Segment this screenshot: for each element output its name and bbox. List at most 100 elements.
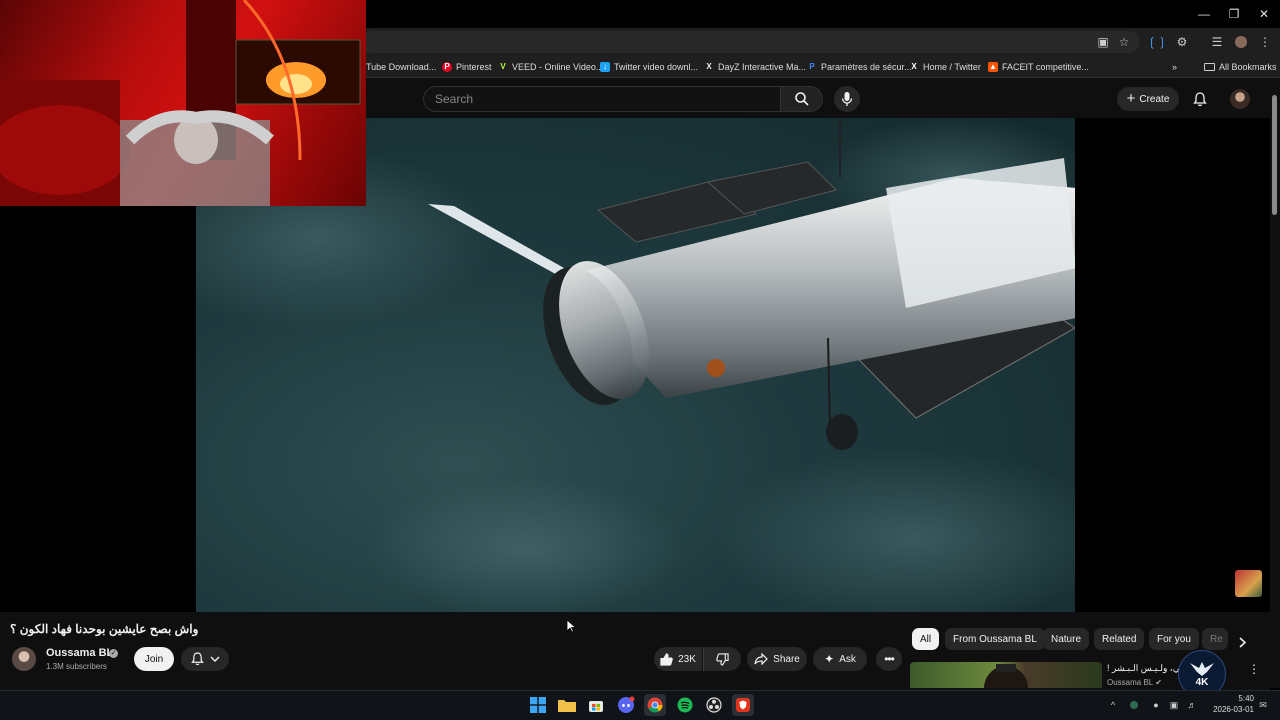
audio-extension-icon[interactable]: ❲❳ — [1147, 33, 1167, 51]
mouse-cursor-icon — [566, 619, 577, 633]
bookmark-youtube-downloader[interactable]: Tube Download... — [366, 59, 436, 75]
chip-recently-uploaded[interactable]: Re — [1202, 628, 1228, 650]
spotify-button[interactable] — [674, 694, 696, 716]
obs-button[interactable] — [703, 694, 725, 716]
minimize-icon[interactable]: — — [1190, 4, 1218, 24]
chips-next-button[interactable] — [1232, 632, 1252, 652]
chevron-down-icon — [210, 656, 219, 662]
start-button[interactable] — [527, 694, 549, 716]
user-avatar[interactable] — [1230, 89, 1250, 109]
dislike-button[interactable] — [703, 647, 741, 671]
bookmark-veed[interactable]: V VEED - Online Video... — [498, 59, 603, 75]
chip-related[interactable]: Related — [1094, 628, 1145, 650]
ask-button[interactable]: ✦ Ask — [813, 647, 867, 671]
clock-date: 2026-03-01 — [1213, 705, 1254, 714]
dayz-icon: X — [706, 62, 712, 71]
close-icon[interactable]: ✕ — [1250, 4, 1278, 24]
windows-logo-icon — [530, 697, 546, 713]
network-icon[interactable]: ▣ — [1168, 699, 1180, 711]
x-icon: X — [911, 62, 917, 71]
eagle-logo-icon — [1190, 662, 1214, 676]
search-icon — [794, 92, 809, 106]
bookmark-faceit[interactable]: ▲ FACEIT competitive... — [988, 59, 1089, 75]
verified-check-icon: ✔ — [1155, 678, 1162, 687]
clock-time: 5:40 — [1238, 694, 1254, 703]
bookmark-pinterest[interactable]: P Pinterest — [442, 59, 492, 75]
chip-from-channel[interactable]: From Oussama BL — [945, 628, 1045, 650]
bell-icon — [190, 652, 204, 666]
bookmarks-overflow-icon[interactable]: » — [1172, 59, 1177, 75]
recommended-video-channel[interactable]: Oussama BL ✔ — [1107, 678, 1162, 687]
join-button[interactable]: Join — [134, 647, 174, 671]
windows-taskbar — [0, 690, 1280, 720]
create-button[interactable]: + Create — [1117, 87, 1179, 111]
folder-icon — [558, 700, 576, 712]
notifications-button[interactable] — [1190, 89, 1210, 109]
chip-all[interactable]: All — [912, 628, 940, 650]
veed-icon: V — [500, 62, 506, 71]
paypal-icon: P — [809, 62, 815, 71]
volume-icon[interactable]: ♬ — [1186, 699, 1198, 711]
more-actions-button[interactable]: ••• — [876, 647, 902, 671]
install-app-icon[interactable]: ▣ — [1094, 33, 1112, 51]
video-title: واش بصح عايشين بوحدنا فهاد الكون ؟ — [10, 622, 199, 636]
extensions-icon[interactable]: ⚙ — [1173, 33, 1191, 51]
share-icon — [754, 653, 769, 665]
bell-icon — [1193, 91, 1207, 106]
chrome-button[interactable] — [644, 694, 666, 716]
search-input[interactable]: Search — [423, 86, 781, 112]
star-icon[interactable]: ☆ — [1115, 33, 1133, 51]
subscription-notification-button[interactable] — [181, 647, 229, 671]
brave-button[interactable] — [732, 694, 754, 716]
channel-avatar[interactable] — [12, 647, 36, 671]
thumbnail-image — [984, 664, 1028, 688]
verified-check-icon: ✓ — [109, 649, 118, 658]
tray-overflow-icon[interactable]: ^ — [1107, 699, 1119, 711]
media-controls-icon[interactable]: ☰ — [1208, 33, 1226, 51]
thumbs-down-icon — [716, 652, 729, 666]
voice-search-button[interactable] — [834, 86, 860, 112]
scrollbar-thumb[interactable] — [1272, 95, 1277, 215]
obs-icon — [706, 697, 722, 713]
browser-menu-icon[interactable]: ⋮ — [1256, 33, 1274, 51]
bookmark-dayz[interactable]: X DayZ Interactive Ma... — [704, 59, 806, 75]
chip-nature[interactable]: Nature — [1043, 628, 1090, 650]
file-explorer-button[interactable] — [556, 694, 578, 716]
like-button[interactable]: 23K — [654, 647, 702, 671]
floating-channel-thumbnail[interactable] — [1235, 570, 1262, 597]
discord-button[interactable] — [615, 694, 637, 716]
channel-name[interactable]: Oussama BL — [46, 647, 113, 659]
bookmark-twitter-home[interactable]: X Home / Twitter — [909, 59, 981, 75]
profile-avatar-icon[interactable] — [1232, 33, 1250, 51]
share-button[interactable]: Share — [747, 647, 807, 671]
restore-icon[interactable]: ❐ — [1220, 4, 1248, 24]
more-vertical-icon[interactable]: ⋮ — [1248, 662, 1260, 680]
tray-app-icon[interactable] — [1128, 699, 1140, 711]
plus-icon: + — [1126, 90, 1136, 107]
twitter-downloader-icon: ↓ — [600, 62, 610, 72]
like-count: 23K — [678, 653, 696, 665]
taskbar-clock[interactable]: 5:40 2026-03-01 — [1206, 693, 1254, 715]
all-bookmarks[interactable]: All Bookmarks — [1204, 59, 1277, 75]
bookmark-paypal[interactable]: P Paramètres de sécur... — [807, 59, 911, 75]
search-button[interactable] — [781, 86, 823, 112]
more-horizontal-icon: ••• — [884, 652, 895, 666]
recommended-video-thumbnail[interactable] — [910, 662, 1102, 688]
thumbs-up-icon — [660, 652, 673, 666]
bookmark-twitter-downloader[interactable]: ↓ Twitter video downl... — [600, 59, 698, 75]
store-button[interactable] — [585, 694, 607, 716]
address-bar[interactable] — [360, 31, 1140, 53]
webcam-overlay — [0, 0, 366, 206]
chrome-icon — [647, 697, 663, 713]
folder-icon — [1204, 63, 1215, 71]
discord-icon — [618, 696, 635, 713]
faceit-icon: ▲ — [988, 62, 998, 72]
pinterest-icon: P — [442, 62, 452, 72]
microphone-tray-icon[interactable]: ● — [1150, 699, 1162, 711]
notification-center-icon[interactable]: ✉ — [1257, 699, 1269, 711]
chip-for-you[interactable]: For you — [1149, 628, 1199, 650]
microphone-icon — [841, 92, 853, 106]
webcam-feed-image — [0, 0, 361, 206]
subscriber-count: 1.3M subscribers — [46, 662, 107, 671]
chevron-right-icon — [1238, 636, 1246, 648]
